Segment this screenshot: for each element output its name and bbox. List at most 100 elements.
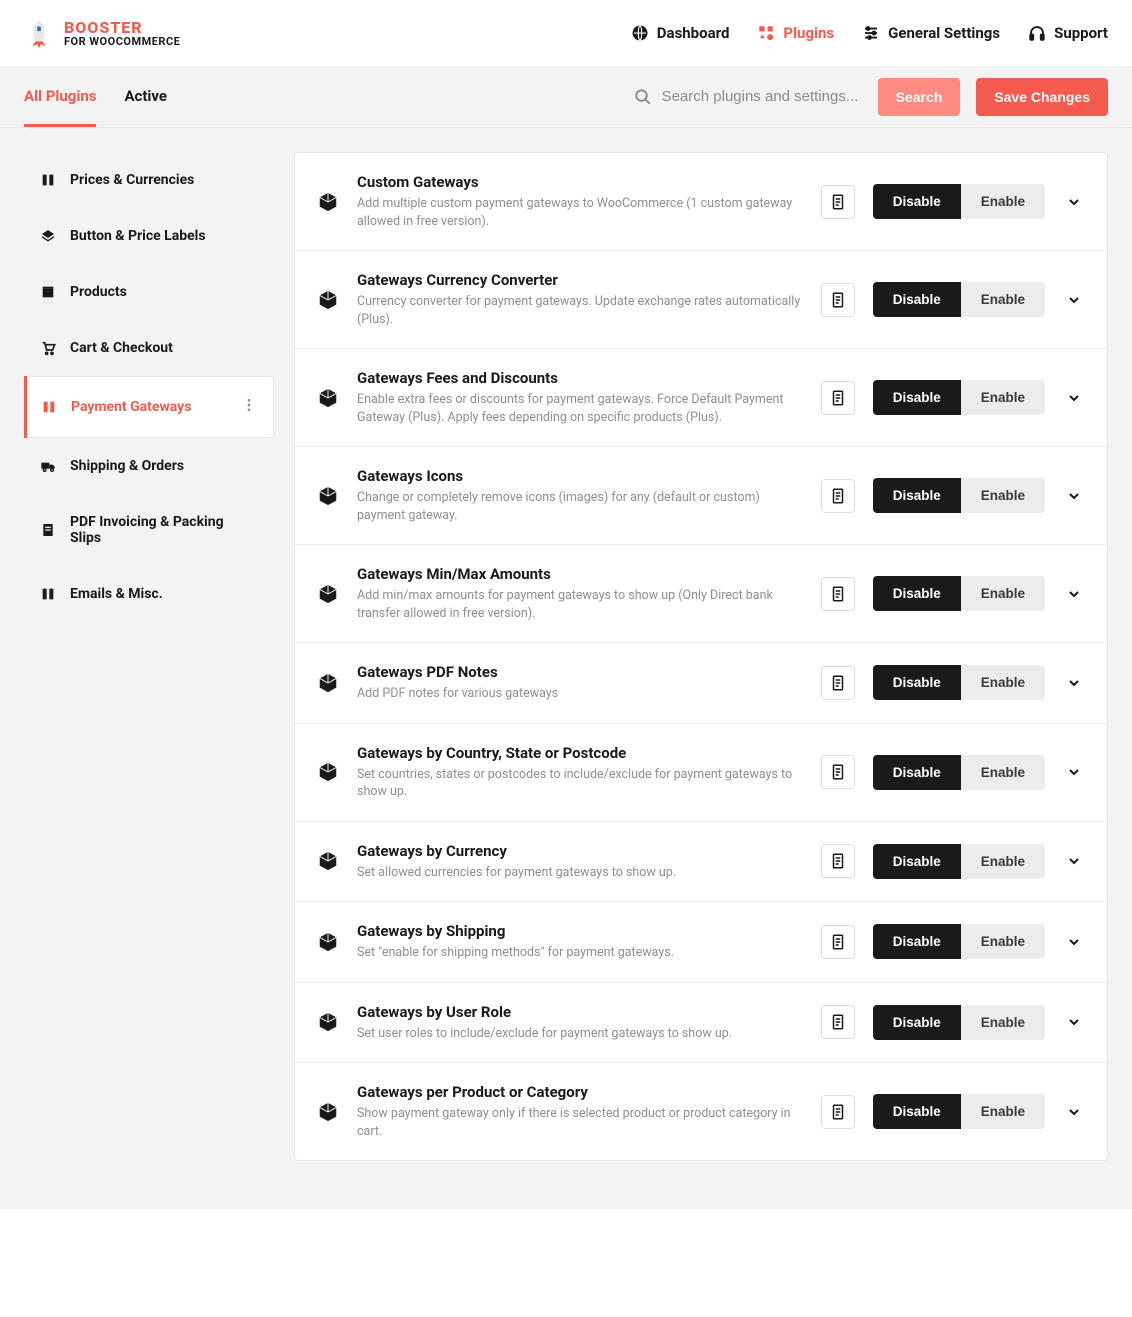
disable-button[interactable]: Disable — [873, 576, 961, 611]
doc-button[interactable] — [821, 844, 855, 878]
sidebar-item-shipping-orders[interactable]: Shipping & Orders — [24, 438, 274, 494]
doc-button[interactable] — [821, 479, 855, 513]
disable-button[interactable]: Disable — [873, 1005, 961, 1040]
expand-row[interactable] — [1063, 583, 1085, 605]
plugin-desc: Change or completely remove icons (image… — [357, 489, 803, 524]
expand-row[interactable] — [1063, 485, 1085, 507]
disable-button[interactable]: Disable — [873, 1094, 961, 1129]
plugin-title: Gateways PDF Notes — [357, 663, 803, 681]
disable-button[interactable]: Disable — [873, 184, 961, 219]
nav-general-settings[interactable]: General Settings — [862, 24, 1000, 42]
disable-button[interactable]: Disable — [873, 478, 961, 513]
enable-button[interactable]: Enable — [961, 478, 1045, 513]
doc-button[interactable] — [821, 666, 855, 700]
nav-dashboard[interactable]: Dashboard — [631, 24, 730, 42]
nav-plugins[interactable]: Plugins — [757, 24, 834, 42]
enable-button[interactable]: Enable — [961, 1005, 1045, 1040]
enable-button[interactable]: Enable — [961, 380, 1045, 415]
plugin-row: Gateways per Product or CategoryShow pay… — [295, 1063, 1107, 1160]
expand-row[interactable] — [1063, 931, 1085, 953]
search-button[interactable]: Search — [878, 78, 961, 116]
grid-icon — [757, 24, 775, 42]
disable-button[interactable]: Disable — [873, 380, 961, 415]
expand-row[interactable] — [1063, 672, 1085, 694]
plugin-text: Gateways IconsChange or completely remov… — [357, 467, 803, 524]
sidebar-item-pdf-invoicing[interactable]: PDF Invoicing & Packing Slips — [24, 494, 274, 566]
expand-row[interactable] — [1063, 761, 1085, 783]
invoice-icon — [40, 522, 56, 538]
top-nav: Dashboard Plugins General Settings Suppo… — [631, 24, 1108, 42]
enable-button[interactable]: Enable — [961, 1094, 1045, 1129]
headphones-icon — [1028, 24, 1046, 42]
chevron-down-icon — [1066, 853, 1082, 869]
enable-button[interactable]: Enable — [961, 755, 1045, 790]
plugin-desc: Add min/max amounts for payment gateways… — [357, 587, 803, 622]
enable-button[interactable]: Enable — [961, 184, 1045, 219]
plugin-row: Gateways IconsChange or completely remov… — [295, 447, 1107, 545]
sidebar-item-products[interactable]: Products — [24, 264, 274, 320]
doc-button[interactable] — [821, 925, 855, 959]
emails-icon — [40, 586, 56, 602]
enable-button[interactable]: Enable — [961, 576, 1045, 611]
expand-row[interactable] — [1063, 1101, 1085, 1123]
tab-all-plugins[interactable]: All Plugins — [24, 66, 96, 127]
disable-button[interactable]: Disable — [873, 282, 961, 317]
sidebar-item-prices-currencies[interactable]: Prices & Currencies — [24, 152, 274, 208]
disable-button[interactable]: Disable — [873, 755, 961, 790]
more-icon[interactable] — [241, 397, 257, 417]
toggle-pair: DisableEnable — [873, 1005, 1045, 1040]
enable-button[interactable]: Enable — [961, 282, 1045, 317]
doc-icon — [829, 852, 847, 870]
search-input[interactable] — [662, 88, 862, 105]
sidebar-item-emails-misc[interactable]: Emails & Misc. — [24, 566, 274, 622]
logo[interactable]: BOOSTER FOR WOOCOMMERCE — [24, 18, 180, 48]
doc-button[interactable] — [821, 283, 855, 317]
expand-row[interactable] — [1063, 387, 1085, 409]
sidebar-item-label: Cart & Checkout — [70, 340, 173, 356]
plugin-desc: Add multiple custom payment gateways to … — [357, 195, 803, 230]
plugin-text: Gateways per Product or CategoryShow pay… — [357, 1083, 803, 1140]
toggle-pair: DisableEnable — [873, 665, 1045, 700]
expand-row[interactable] — [1063, 1011, 1085, 1033]
logo-subtitle: FOR WOOCOMMERCE — [64, 36, 180, 47]
plugin-desc: Enable extra fees or discounts for payme… — [357, 391, 803, 426]
disable-button[interactable]: Disable — [873, 924, 961, 959]
tab-active[interactable]: Active — [124, 66, 167, 127]
doc-button[interactable] — [821, 755, 855, 789]
expand-row[interactable] — [1063, 191, 1085, 213]
expand-row[interactable] — [1063, 850, 1085, 872]
plugin-desc: Set user roles to include/exclude for pa… — [357, 1025, 803, 1043]
label-icon — [40, 228, 56, 244]
doc-icon — [829, 933, 847, 951]
doc-button[interactable] — [821, 1005, 855, 1039]
disable-button[interactable]: Disable — [873, 665, 961, 700]
nav-support[interactable]: Support — [1028, 24, 1108, 42]
cube-icon — [317, 387, 339, 409]
disable-button[interactable]: Disable — [873, 844, 961, 879]
enable-button[interactable]: Enable — [961, 924, 1045, 959]
plugin-text: Gateways by CurrencySet allowed currenci… — [357, 842, 803, 882]
expand-row[interactable] — [1063, 289, 1085, 311]
doc-icon — [829, 389, 847, 407]
logo-title: BOOSTER — [64, 20, 180, 36]
doc-button[interactable] — [821, 577, 855, 611]
plugin-row: Gateways by CurrencySet allowed currenci… — [295, 822, 1107, 903]
save-changes-button[interactable]: Save Changes — [976, 78, 1108, 116]
nav-general-label: General Settings — [888, 24, 1000, 42]
cube-icon — [317, 1011, 339, 1033]
plugin-title: Gateways by Currency — [357, 842, 803, 860]
sidebar-item-button-labels[interactable]: Button & Price Labels — [24, 208, 274, 264]
enable-button[interactable]: Enable — [961, 844, 1045, 879]
plugin-title: Gateways Min/Max Amounts — [357, 565, 803, 583]
chevron-down-icon — [1066, 586, 1082, 602]
sidebar-item-payment-gateways[interactable]: Payment Gateways — [24, 376, 274, 438]
cube-icon — [317, 583, 339, 605]
doc-button[interactable] — [821, 185, 855, 219]
enable-button[interactable]: Enable — [961, 665, 1045, 700]
doc-icon — [829, 1103, 847, 1121]
doc-button[interactable] — [821, 381, 855, 415]
sidebar-item-cart-checkout[interactable]: Cart & Checkout — [24, 320, 274, 376]
toggle-pair: DisableEnable — [873, 478, 1045, 513]
doc-button[interactable] — [821, 1095, 855, 1129]
plugin-title: Gateways Fees and Discounts — [357, 369, 803, 387]
